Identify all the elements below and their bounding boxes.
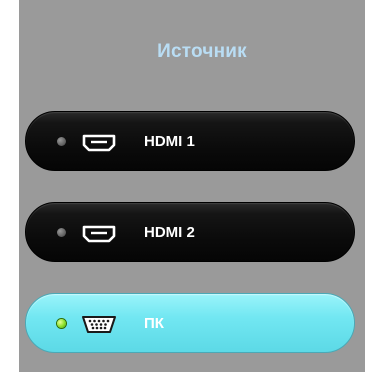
hdmi-icon — [82, 225, 116, 243]
status-led-icon — [57, 228, 66, 237]
status-led-icon — [57, 319, 66, 328]
source-label-pc: ПК — [144, 315, 164, 332]
menu-title: Источник — [157, 41, 247, 62]
status-led-icon — [57, 137, 66, 146]
hdmi-icon — [82, 134, 116, 152]
source-item-hdmi-1[interactable]: HDMI 1 — [25, 111, 355, 171]
source-item-hdmi-2[interactable]: HDMI 2 — [25, 202, 355, 262]
source-item-pc[interactable]: ПК — [25, 293, 355, 353]
vga-icon — [82, 316, 116, 333]
source-label-hdmi-2: HDMI 2 — [144, 224, 195, 241]
source-label-hdmi-1: HDMI 1 — [144, 133, 195, 150]
